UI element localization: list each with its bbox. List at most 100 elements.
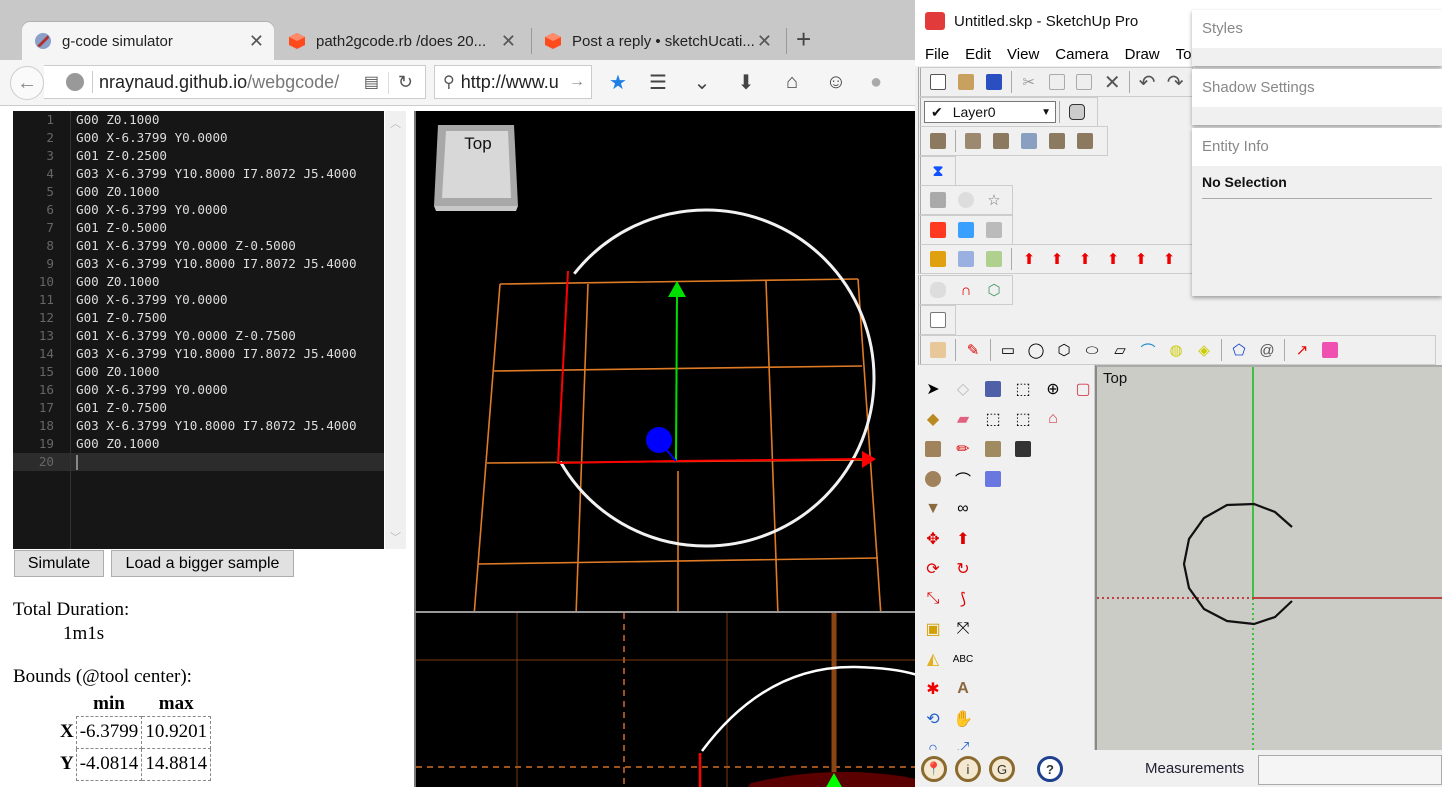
ellipse-shape-icon[interactable]: ⬭ (1080, 339, 1104, 361)
code-line[interactable]: G03 X-6.3799 Y10.8000 I7.8072 J5.4000 (76, 255, 384, 273)
bookmark-star-icon[interactable]: ★ (604, 68, 632, 96)
mesh-icon[interactable]: ⬡ (982, 279, 1006, 301)
red-cube-icon[interactable] (926, 219, 950, 241)
offset-icon[interactable]: ⟆ (951, 587, 975, 611)
move-icon[interactable]: ✥ (921, 527, 945, 551)
section-cut-icon[interactable] (954, 189, 978, 211)
freehand-icon[interactable]: ∞ (951, 497, 975, 521)
tab-path2gcode[interactable]: path2gcode.rb /does 20... ✕ (276, 22, 526, 60)
code-line[interactable]: G01 Z-0.7500 (76, 309, 384, 327)
text-icon[interactable]: ABC (951, 647, 975, 671)
push-pull-icon[interactable]: ⬆ (951, 527, 975, 551)
follow-me-icon[interactable]: ∩ (954, 279, 978, 301)
home-icon[interactable]: ⌂ (778, 68, 806, 96)
sketchup-viewport[interactable]: Top (1095, 365, 1442, 750)
site-identity-icon[interactable] (66, 73, 84, 91)
surface-icon[interactable] (926, 339, 950, 361)
tray-title[interactable]: Styles (1192, 10, 1442, 48)
trim-icon[interactable] (1073, 130, 1097, 152)
paste-icon[interactable] (1072, 71, 1096, 93)
pushpull-x-icon[interactable]: ⬆ (1157, 248, 1181, 270)
search-bar[interactable]: ⚲ http://www.u → (434, 65, 592, 99)
arc-icon[interactable]: ⌒ (951, 467, 975, 491)
entity-info-tray[interactable]: Entity Info No Selection (1192, 128, 1442, 296)
section-icon[interactable] (926, 130, 950, 152)
pocket-icon[interactable]: ⌄ (688, 68, 716, 96)
shell-icon[interactable] (926, 279, 950, 301)
look-around-icon[interactable]: ⌂ (1041, 407, 1065, 431)
help-icon[interactable]: ? (1037, 756, 1063, 782)
gcode-editor[interactable]: 1 2 3 4 5 6 7 8 9 10 11 12 13 14 15 16 17 18 19 20 G00 Z0.1… (13, 111, 384, 549)
close-tab-icon[interactable]: ✕ (249, 31, 264, 52)
tab-post-reply[interactable]: Post a reply • sketchUcati... ✕ (532, 22, 782, 60)
chat-smiley-icon[interactable]: ☺ (822, 68, 850, 96)
geo-location-icon[interactable]: 📍 (921, 756, 947, 782)
load-bigger-sample-button[interactable]: Load a bigger sample (111, 550, 294, 577)
menu-draw[interactable]: Draw (1125, 46, 1160, 63)
arc-shape-icon[interactable]: ⌒ (1136, 339, 1160, 361)
dimension-icon[interactable]: ⤧ (951, 617, 975, 641)
3d-view[interactable]: Top (414, 111, 915, 617)
back-button[interactable]: ← (10, 66, 44, 100)
front-view-icon[interactable]: ⬚ (981, 407, 1005, 431)
code-line[interactable]: G00 Z0.1000 (76, 273, 384, 291)
undo-icon[interactable]: ↶ (1135, 71, 1159, 94)
page-icon[interactable] (926, 309, 950, 331)
bookmarks-list-icon[interactable]: ☰ (644, 68, 672, 96)
cut-icon[interactable]: ✂ (1017, 71, 1041, 93)
code-line[interactable]: G00 Z0.1000 (76, 111, 384, 129)
rectangle-icon[interactable] (921, 437, 945, 461)
erase-icon[interactable]: ✕ (1100, 71, 1124, 94)
protractor-icon[interactable]: ◭ (921, 647, 945, 671)
paint-bucket-icon[interactable]: ◆ (921, 407, 945, 431)
section-plane-icon[interactable] (926, 189, 950, 211)
menu-file[interactable]: File (925, 46, 949, 63)
pushpull-v-icon[interactable]: ⬆ (1101, 248, 1125, 270)
code-line[interactable]: G01 Z-0.2500 (76, 147, 384, 165)
subtract-icon[interactable] (1045, 130, 1069, 152)
extension-icon[interactable]: ● (862, 68, 890, 96)
solid-green-icon[interactable] (982, 248, 1006, 270)
code-line[interactable]: G01 X-6.3799 Y0.0000 Z-0.5000 (76, 237, 384, 255)
side-view[interactable] (414, 611, 915, 787)
editor-scrollbar[interactable]: ︿ ﹀ (385, 111, 406, 549)
top-view-icon[interactable]: ⬚ (1011, 377, 1035, 401)
parallelogram-shape-icon[interactable]: ▱ (1108, 339, 1132, 361)
menu-edit[interactable]: Edit (965, 46, 991, 63)
code-line[interactable]: G00 X-6.3799 Y0.0000 (76, 381, 384, 399)
pencil-icon[interactable]: ✎ (961, 339, 985, 361)
gray-cube-icon[interactable] (982, 219, 1006, 241)
dimension-arrow-icon[interactable]: ↗ (1290, 339, 1314, 361)
scale-icon[interactable]: ⤡ (921, 587, 945, 611)
sign-in-icon[interactable]: G (989, 756, 1015, 782)
tab-gcode-simulator[interactable]: g-code simulator ✕ (22, 22, 274, 60)
position-camera-icon[interactable]: ⊕ (1041, 377, 1065, 401)
blue-outline-icon[interactable]: ⬠ (1227, 339, 1251, 361)
styles-tray[interactable]: Styles (1192, 10, 1442, 66)
code-line[interactable]: G01 X-6.3799 Y0.0000 Z-0.7500 (76, 327, 384, 345)
monochrome-icon[interactable] (981, 467, 1005, 491)
shaded-icon[interactable] (981, 437, 1005, 461)
tray-title[interactable]: Entity Info (1192, 128, 1442, 166)
new-tab-button[interactable]: + (796, 26, 811, 52)
open-file-icon[interactable] (954, 71, 978, 93)
code-line[interactable]: G03 X-6.3799 Y10.8000 I7.8072 J5.4000 (76, 345, 384, 363)
save-icon[interactable] (982, 71, 1006, 93)
code-line[interactable]: G01 Z-0.5000 (76, 219, 384, 237)
walk-icon[interactable]: ▢ (1071, 377, 1095, 401)
arc-drawing[interactable] (1182, 502, 1293, 626)
viewport-scene[interactable] (1097, 367, 1442, 750)
code-line[interactable]: G03 X-6.3799 Y10.8000 I7.8072 J5.4000 (76, 165, 384, 183)
pushpull-r-icon[interactable]: ⬆ (1073, 248, 1097, 270)
blue-cube-icon[interactable] (954, 219, 978, 241)
union-icon[interactable] (1017, 130, 1041, 152)
url-bar[interactable]: nraynaud.github.io/webgcode/ ▤ ↻ (44, 65, 426, 99)
shaded-textures-icon[interactable] (1011, 437, 1035, 461)
close-tab-icon[interactable]: ✕ (757, 31, 772, 52)
code-line[interactable]: G00 Z0.1000 (76, 183, 384, 201)
code-line[interactable]: G00 Z0.1000 (76, 435, 384, 453)
tray-title[interactable]: Shadow Settings (1192, 69, 1442, 107)
menu-view[interactable]: View (1007, 46, 1039, 63)
menu-camera[interactable]: Camera (1055, 46, 1108, 63)
circle-shape-icon[interactable]: ◯ (1024, 339, 1048, 361)
